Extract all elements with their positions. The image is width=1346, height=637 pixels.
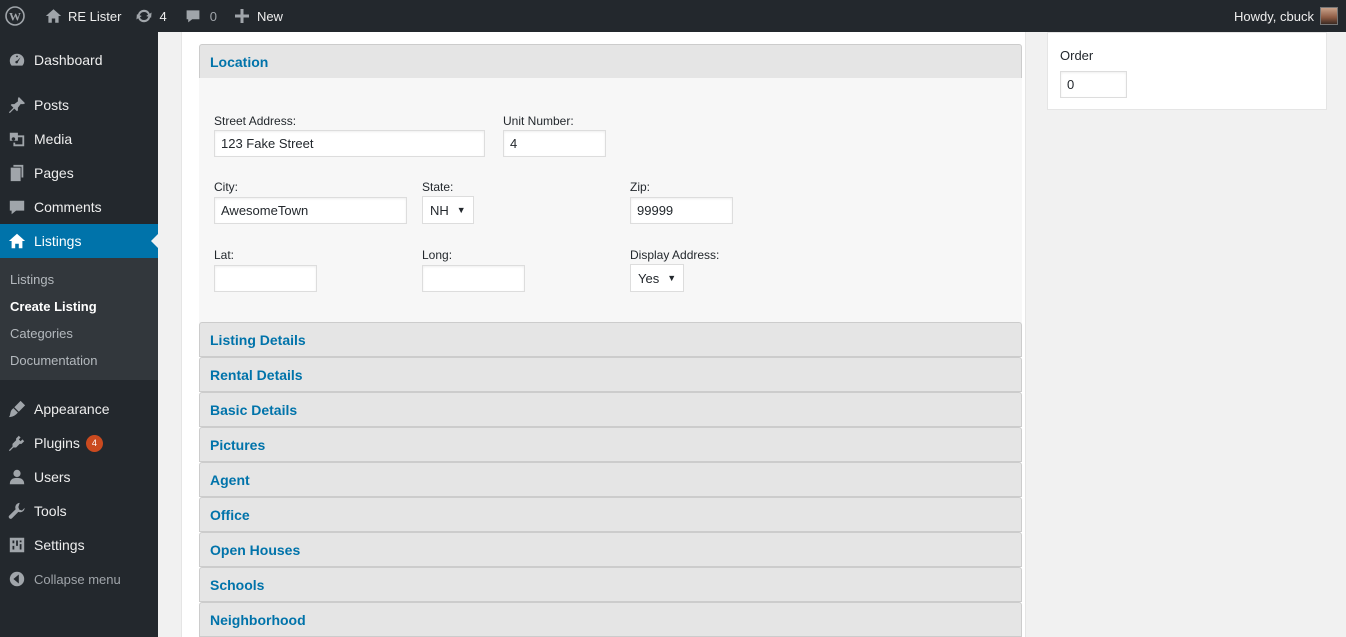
plug-icon <box>0 434 34 452</box>
menu-label: Tools <box>34 503 67 519</box>
settings-icon <box>0 536 34 554</box>
updates-link[interactable]: 4 <box>129 0 174 32</box>
order-input[interactable] <box>1060 71 1127 98</box>
home-icon <box>45 9 62 23</box>
comment-icon <box>0 198 34 216</box>
display-address-label: Display Address: <box>630 248 720 262</box>
state-label: State: <box>422 180 454 194</box>
comments-link[interactable]: 0 <box>175 0 225 32</box>
lat-input[interactable] <box>214 265 317 292</box>
neighborhood-section-header[interactable]: Neighborhood <box>199 602 1022 637</box>
zip-label: Zip: <box>630 180 651 194</box>
menu-item-pages[interactable]: Pages <box>0 156 158 190</box>
collapse-icon <box>0 570 34 588</box>
avatar <box>1320 7 1338 25</box>
menu-label: Dashboard <box>34 52 103 68</box>
display-address-selected-value: Yes <box>638 270 660 286</box>
street-address-label: Street Address: <box>214 114 297 128</box>
submenu-item-documentation[interactable]: Documentation <box>10 353 97 368</box>
wordpress-icon: W <box>5 6 25 26</box>
new-label: New <box>256 8 283 24</box>
brush-icon <box>0 400 34 418</box>
office-section-header[interactable]: Office <box>199 497 1022 532</box>
long-label: Long: <box>422 248 453 262</box>
dropdown-arrow-icon: ▼ <box>456 205 466 215</box>
comments-count: 0 <box>209 8 217 24</box>
menu-label: Media <box>34 131 73 147</box>
home-icon <box>0 232 34 250</box>
street-address-input[interactable] <box>214 130 485 157</box>
agent-section-header[interactable]: Agent <box>199 462 1022 497</box>
submenu-item-listings[interactable]: Listings <box>10 272 54 287</box>
schools-section-header[interactable]: Schools <box>199 567 1022 602</box>
rental-details-section-header[interactable]: Rental Details <box>199 357 1022 392</box>
submenu-item-create-listing[interactable]: Create Listing <box>10 299 97 314</box>
menu-label: Users <box>34 469 71 485</box>
menu-item-dashboard[interactable]: Dashboard <box>0 43 158 77</box>
state-selected-value: NH <box>430 202 449 218</box>
listing-details-section-header[interactable]: Listing Details <box>199 322 1022 357</box>
menu-item-posts[interactable]: Posts <box>0 88 158 122</box>
menu-label: Comments <box>34 199 102 215</box>
pin-icon <box>0 96 34 114</box>
wrench-icon <box>0 502 34 520</box>
dashboard-icon <box>0 51 34 69</box>
account-menu[interactable]: Howdy, cbuck <box>1234 0 1346 32</box>
site-name: RE Lister <box>68 8 122 24</box>
submenu-item-categories[interactable]: Categories <box>10 326 73 341</box>
menu-label: Pages <box>34 165 74 181</box>
location-section-header[interactable]: Location <box>199 44 1022 79</box>
site-name-link[interactable]: RE Lister <box>33 0 129 32</box>
menu-item-appearance[interactable]: Appearance <box>0 392 158 426</box>
menu-label: Posts <box>34 97 70 113</box>
collapse-label: Collapse menu <box>34 571 121 587</box>
location-section-body: Street Address: Unit Number: City: State… <box>199 78 1022 323</box>
order-metabox: Order <box>1047 32 1327 110</box>
user-icon <box>0 468 34 486</box>
menu-item-settings[interactable]: Settings <box>0 528 158 562</box>
menu-item-plugins[interactable]: Plugins 4 <box>0 426 158 460</box>
svg-text:W: W <box>9 10 21 24</box>
updates-count: 4 <box>159 8 167 24</box>
unit-number-input[interactable] <box>503 130 606 157</box>
admin-bar: W RE Lister 4 0 New Howdy, cbuck <box>0 0 1346 32</box>
unit-number-label: Unit Number: <box>503 114 574 128</box>
basic-details-section-header[interactable]: Basic Details <box>199 392 1022 427</box>
menu-item-listings[interactable]: Listings <box>0 224 158 258</box>
menu-item-comments[interactable]: Comments <box>0 190 158 224</box>
open-houses-section-header[interactable]: Open Houses <box>199 532 1022 567</box>
dropdown-arrow-icon: ▼ <box>667 273 677 283</box>
updates-icon <box>136 9 153 23</box>
order-label: Order <box>1060 48 1094 63</box>
city-input[interactable] <box>214 197 407 224</box>
plugins-update-badge: 4 <box>85 434 103 452</box>
menu-item-media[interactable]: Media <box>0 122 158 156</box>
state-select[interactable]: NH ▼ <box>422 196 474 224</box>
plus-icon <box>234 9 249 23</box>
pictures-section-header[interactable]: Pictures <box>199 427 1022 462</box>
menu-label: Plugins <box>34 435 80 451</box>
zip-input[interactable] <box>630 197 733 224</box>
menu-label: Listings <box>34 233 82 249</box>
listings-submenu: Listings Create Listing Categories Docum… <box>0 258 158 380</box>
howdy-greeting: Howdy, cbuck <box>1234 8 1314 24</box>
menu-item-users[interactable]: Users <box>0 460 158 494</box>
display-address-select[interactable]: Yes ▼ <box>630 264 685 292</box>
long-input[interactable] <box>422 265 525 292</box>
main-metabox-column: Location Street Address: Unit Number: Ci… <box>181 32 1026 637</box>
media-icon <box>0 130 34 148</box>
menu-label: Settings <box>34 537 85 553</box>
collapse-menu-button[interactable]: Collapse menu <box>0 562 158 596</box>
wordpress-logo-button[interactable]: W <box>0 0 33 32</box>
city-label: City: <box>214 180 238 194</box>
pages-icon <box>0 164 34 182</box>
menu-label: Appearance <box>34 401 110 417</box>
admin-menu: Dashboard Posts Media Pages Comments Lis… <box>0 32 158 637</box>
menu-item-tools[interactable]: Tools <box>0 494 158 528</box>
lat-label: Lat: <box>214 248 235 262</box>
comment-icon <box>186 10 200 23</box>
new-content-link[interactable]: New <box>225 0 291 32</box>
